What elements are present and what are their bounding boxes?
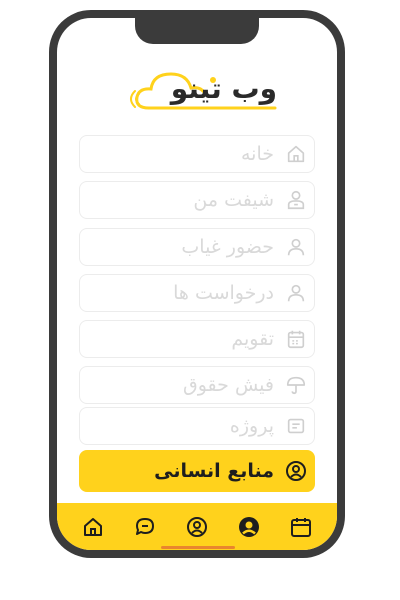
menu-item-label: پروژه (229, 415, 274, 437)
menu-item-human-resources[interactable]: منابع انسانی (79, 450, 315, 492)
menu-item-payslip[interactable]: فیش حقوق (79, 366, 315, 404)
menu-item-label: فیش حقوق (183, 374, 274, 396)
nav-calendar-button[interactable] (288, 514, 314, 540)
logo-text: وب تینو (170, 72, 277, 105)
chat-bubble-icon (136, 517, 154, 535)
account-circle-filled-icon (239, 516, 259, 537)
menu-item-my-shift[interactable]: شیفت من (79, 181, 315, 219)
menu-item-requests[interactable]: درخواست ها (79, 274, 315, 312)
home-indicator (161, 546, 235, 549)
person-icon (284, 235, 308, 259)
umbrella-icon (284, 373, 308, 397)
person-icon (284, 281, 308, 305)
menu-item-project[interactable]: پروژه (79, 407, 315, 445)
shift-person-icon (284, 188, 308, 212)
app-logo: وب تینو (129, 66, 281, 120)
person-circle-icon (284, 459, 308, 483)
nav-chat-button[interactable] (132, 514, 158, 540)
notch (135, 18, 259, 44)
face-circle-icon (187, 516, 207, 537)
menu-item-label: درخواست ها (173, 282, 274, 304)
menu-item-label: تقویم (231, 328, 274, 350)
nav-home-button[interactable] (80, 514, 106, 540)
calendar-icon (291, 517, 311, 537)
home-icon (284, 142, 308, 166)
menu-item-home[interactable]: خانه (79, 135, 315, 173)
calendar-icon (284, 327, 308, 351)
menu-item-calendar[interactable]: تقویم (79, 320, 315, 358)
menu-item-label: حضور غیاب (181, 236, 274, 258)
menu-item-label: منابع انسانی (154, 460, 274, 482)
document-icon (284, 414, 308, 438)
menu-item-label: خانه (240, 143, 274, 165)
app-screen: وب تینو خانه شیفت من حضور غیاب درخواست ه… (57, 18, 337, 550)
phone-frame: وب تینو خانه شیفت من حضور غیاب درخواست ه… (49, 10, 345, 558)
nav-account-button[interactable] (236, 514, 262, 540)
menu-item-label: شیفت من (193, 189, 274, 211)
menu-item-attendance[interactable]: حضور غیاب (79, 228, 315, 266)
bottom-navigation (57, 503, 337, 550)
home-icon (84, 517, 102, 536)
nav-profile-button[interactable] (184, 514, 210, 540)
